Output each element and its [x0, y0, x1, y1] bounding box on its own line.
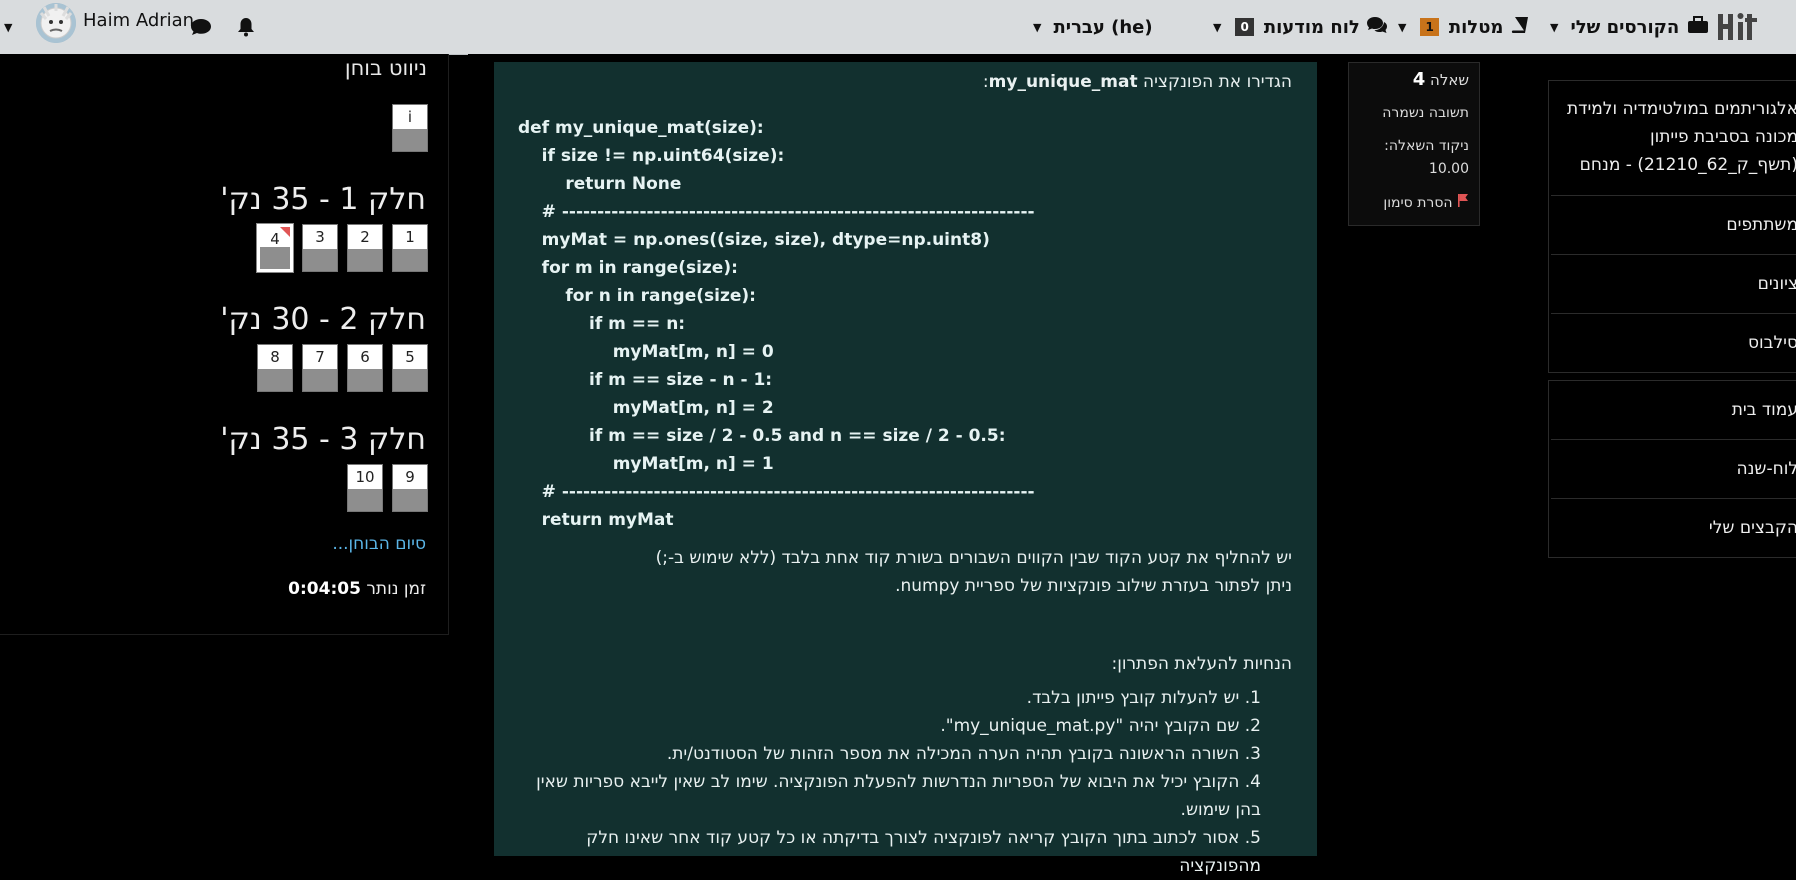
question-number-row: שאלה 4 [1413, 69, 1469, 90]
user-menu-caret[interactable]: ▼ [4, 0, 12, 54]
question-button[interactable]: 5 [392, 344, 428, 392]
question-status: תשובה נשמרה [1382, 105, 1469, 121]
book-icon [1511, 16, 1529, 39]
section-title: חלק 1 - 35 נק' [220, 182, 426, 217]
question-button[interactable]: 9 [392, 464, 428, 512]
code-line: if m == size - n - 1: [518, 370, 773, 390]
chevron-down-icon: ▼ [1033, 20, 1042, 34]
sidebar-item-participants[interactable]: משתתפים [1551, 195, 1796, 254]
code-line: for n in range(size): [518, 286, 756, 306]
quiz-navigation-panel: ניווט בוחן i חלק 1 - 35 נק' 1 2 3 4 חלק … [0, 54, 449, 635]
function-name: my_unique_mat [988, 72, 1138, 92]
bell-icon[interactable] [236, 0, 256, 54]
list-item: 2. שם הקובץ יהיה "my_unique_mat.py". [940, 716, 1261, 736]
sidebar-item-home[interactable]: עמוד בית [1551, 381, 1796, 439]
question-grade-label: ניקוד השאלה: [1384, 138, 1469, 154]
time-left: זמן נותר 0:04:05 [288, 579, 426, 599]
tasks-count-badge: 1 [1420, 18, 1439, 36]
code-line: if size != np.uint64(size): [518, 146, 785, 166]
code-line: if m == n: [518, 314, 686, 334]
question-button[interactable]: 8 [257, 344, 293, 392]
section-title: חלק 2 - 30 נק' [220, 302, 426, 337]
sidebar-item-calendar[interactable]: לוח-שנה [1551, 439, 1796, 498]
list-item: 5. אסור לכתוב בתוך הקובץ קריאה לפונקציה … [586, 828, 1261, 876]
language-label: עברית (he) [1053, 16, 1153, 38]
site-logo[interactable] [1716, 8, 1760, 44]
question-button[interactable]: 6 [347, 344, 383, 392]
code-line: def my_unique_mat(size): [518, 118, 764, 138]
instructions-title: הנחיות להעלאת הפתרון: [1111, 654, 1292, 674]
flag-label: הסרת סימון [1383, 195, 1453, 211]
briefcase-icon [1687, 15, 1709, 39]
question-content: הגדירו את הפונקציה my_unique_mat: def my… [494, 62, 1317, 876]
course-title[interactable]: אלגוריתמים במולטימדיה ולמידת מכונה בסביב… [1551, 81, 1796, 195]
question-button-current[interactable]: 4 [256, 223, 294, 273]
question-intro: הגדירו את הפונקציה my_unique_mat: [983, 68, 1292, 96]
code-line: myMat[m, n] = 2 [518, 398, 774, 418]
info-button[interactable]: i [392, 104, 428, 152]
code-block: def my_unique_mat(size): if size != np.u… [518, 114, 1035, 534]
question-paragraph: יש להחליף את קטע הקוד שבין הקווים השבורי… [655, 548, 1292, 568]
code-line: myMat[m, n] = 1 [518, 454, 774, 474]
code-line: return None [518, 174, 682, 194]
sidebar-item-my-files[interactable]: הקבצים שלי [1551, 498, 1796, 557]
language-menu[interactable]: ▼ עברית (he) [1033, 0, 1153, 54]
question-number: 4 [1412, 69, 1426, 90]
messages-count-badge: 0 [1235, 18, 1254, 36]
chevron-down-icon: ▼ [1398, 20, 1407, 34]
tasks-menu[interactable]: ▼ 1 מטלות [1398, 0, 1529, 54]
my-courses-label: הקורסים שלי [1570, 16, 1680, 38]
messages-menu[interactable]: ▼ 0 לוח מודעות [1213, 0, 1388, 54]
course-nav-card: אלגוריתמים במולטימדיה ולמידת מכונה בסביב… [1548, 80, 1796, 373]
quiz-nav-title: ניווט בוחן [344, 56, 427, 80]
my-courses-menu[interactable]: ▼ הקורסים שלי [1550, 0, 1709, 54]
question-button[interactable]: 2 [347, 224, 383, 272]
top-navbar: ▼ Haim Adrian ▼ עברית (he) ▼ 0 לוח מודעו… [0, 0, 1796, 55]
tasks-label: מטלות [1448, 16, 1504, 38]
code-line: myMat[m, n] = 0 [518, 342, 774, 362]
question-label: שאלה [1430, 71, 1469, 89]
code-line: # --------------------------------------… [518, 482, 1035, 502]
messages-label: לוח מודעות [1263, 16, 1360, 38]
user-name[interactable]: Haim Adrian [83, 0, 194, 42]
list-item: 1. יש להעלות קובץ פייתון בלבד. [1026, 688, 1261, 708]
sidebar-item-syllabus[interactable]: סילבוס [1551, 313, 1796, 372]
code-line: if m == size / 2 - 0.5 and n == size / 2… [518, 426, 1006, 446]
code-line: return myMat [518, 510, 674, 530]
code-line: myMat = np.ones((size, size), dtype=np.u… [518, 230, 990, 250]
question-intro-text: הגדירו את הפונקציה [1143, 72, 1292, 92]
sidebar-item-grades[interactable]: ציונים [1551, 254, 1796, 313]
question-button[interactable]: 1 [392, 224, 428, 272]
section-title: חלק 3 - 35 נק' [220, 422, 426, 457]
chevron-down-icon: ▼ [1213, 20, 1222, 34]
site-nav-card: עמוד בית לוח-שנה הקבצים שלי [1548, 380, 1796, 558]
question-paragraph: ניתן לפתור בעזרת שילוב פונקציות של ספריי… [895, 576, 1292, 596]
time-left-value: 0:04:05 [288, 579, 361, 599]
comments-icon [1366, 16, 1388, 39]
question-button[interactable]: 10 [347, 464, 383, 512]
time-left-label: זמן נותר [366, 579, 426, 599]
list-item: 4. הקובץ יכיל את היבוא של הספריות הנדרשו… [536, 772, 1261, 820]
question-button[interactable]: 3 [302, 224, 338, 272]
avatar[interactable] [36, 3, 76, 43]
question-grade-value: 10.00 [1428, 161, 1469, 177]
flag-icon [1457, 194, 1469, 211]
chevron-down-icon: ▼ [1550, 20, 1559, 34]
remove-flag-button[interactable]: הסרת סימון [1383, 193, 1469, 211]
chat-icon[interactable] [190, 0, 212, 54]
code-line: for m in range(size): [518, 258, 738, 278]
code-line: # --------------------------------------… [518, 202, 1035, 222]
instructions-list: 1. יש להעלות קובץ פייתון בלבד. 2. שם הקו… [521, 684, 1261, 880]
finish-attempt-link[interactable]: סיום הבוחן... [332, 534, 426, 554]
question-button[interactable]: 7 [302, 344, 338, 392]
list-item: 3. השורה הראשונה בקובץ תהיה הערה המכילה … [666, 744, 1261, 764]
question-info-box: שאלה 4 תשובה נשמרה ניקוד השאלה: 10.00 הס… [1348, 62, 1480, 226]
